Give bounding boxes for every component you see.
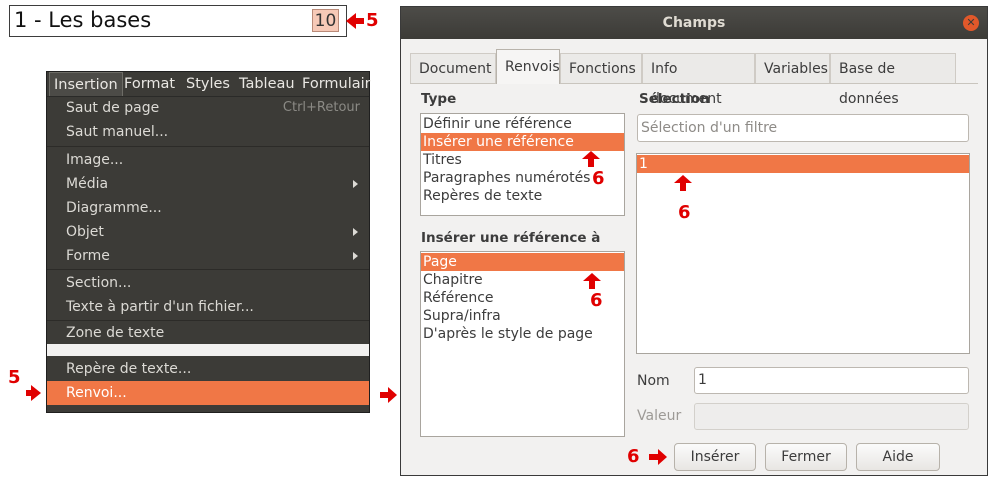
menu-item-forme[interactable]: Forme bbox=[47, 244, 369, 268]
tab-fonctions[interactable]: Fonctions bbox=[560, 53, 642, 83]
tab-variables[interactable]: Variables bbox=[755, 53, 830, 83]
menu-item-repere-de-texte[interactable]: Repère de texte... bbox=[47, 357, 369, 381]
tab-info-document[interactable]: Info document bbox=[642, 53, 755, 107]
submenu-arrow-icon bbox=[353, 228, 358, 236]
document-heading: 1 - Les bases 10 bbox=[9, 5, 347, 37]
menu-item-renvoi[interactable]: Renvoi... bbox=[47, 381, 369, 405]
arrow-up-icon bbox=[582, 272, 602, 290]
tab-document[interactable]: Document bbox=[410, 53, 496, 83]
close-icon[interactable]: ✕ bbox=[963, 15, 979, 31]
menu-bar: Insertion Format Styles Tableau Formulai… bbox=[47, 72, 371, 97]
arrow-right-icon bbox=[26, 383, 42, 403]
menu-separator bbox=[47, 269, 369, 270]
tab-bar: Document Renvois Fonctions Info document… bbox=[410, 49, 978, 107]
close-button[interactable]: Fermer bbox=[765, 443, 847, 471]
arrow-right-icon bbox=[380, 385, 398, 405]
menu-item-media[interactable]: Média bbox=[47, 172, 369, 196]
arrow-up-icon bbox=[673, 174, 693, 192]
filter-input[interactable]: Sélection d'un filtre bbox=[637, 114, 969, 142]
arrow-left-icon bbox=[345, 11, 365, 31]
list-item-selected[interactable]: Page bbox=[421, 253, 624, 271]
menu-item-objet[interactable]: Objet bbox=[47, 220, 369, 244]
menu-item-zone-de-texte[interactable]: Zone de texte bbox=[47, 321, 369, 345]
menubar-styles[interactable]: Styles bbox=[182, 72, 234, 96]
menu-item-label: Renvoi... bbox=[66, 385, 127, 401]
shortcut-label: Ctrl+Retour bbox=[282, 100, 360, 115]
list-item[interactable]: D'après le style de page bbox=[421, 325, 624, 343]
menu-item-label: Média bbox=[66, 176, 109, 192]
step-marker-6-selection: 6 bbox=[678, 202, 691, 223]
menu-item-label: Section... bbox=[66, 275, 132, 291]
list-item-selected[interactable]: 1 bbox=[637, 155, 969, 173]
dialog-titlebar: Champs ✕ bbox=[401, 7, 987, 39]
menubar-formulaire[interactable]: Formulair bbox=[298, 72, 375, 96]
menu-gap bbox=[47, 344, 369, 356]
menu-item-label: Saut manuel... bbox=[66, 124, 169, 140]
step-marker-5-top: 5 bbox=[366, 10, 379, 31]
list-item[interactable]: Définir une référence bbox=[421, 115, 624, 133]
fields-dialog: Champs ✕ Document Renvois Fonctions Info… bbox=[400, 6, 988, 476]
menu-item-saut-de-page[interactable]: Saut de page Ctrl+Retour bbox=[47, 96, 369, 120]
menu-item-texte-fichier[interactable]: Texte à partir d'un fichier... bbox=[47, 295, 369, 319]
value-label: Valeur bbox=[637, 408, 682, 424]
menu-item-label: Zone de texte bbox=[66, 325, 165, 341]
menubar-format[interactable]: Format bbox=[120, 72, 179, 96]
menu-item-section[interactable]: Section... bbox=[47, 271, 369, 295]
step-marker-6-ref: 6 bbox=[590, 290, 603, 311]
tab-renvois[interactable]: Renvois bbox=[496, 49, 560, 84]
menu-item-label: Texte à partir d'un fichier... bbox=[66, 299, 254, 315]
menu-item-label: Forme bbox=[66, 248, 110, 264]
value-input bbox=[694, 403, 969, 430]
insert-ref-label: Insérer une référence à bbox=[421, 230, 601, 246]
dialog-title: Champs bbox=[662, 15, 726, 31]
menubar-tableau[interactable]: Tableau bbox=[235, 72, 299, 96]
list-item[interactable]: Repères de texte bbox=[421, 187, 624, 205]
menu-separator bbox=[47, 146, 369, 147]
menu-item-label: Objet bbox=[66, 224, 104, 240]
arrow-up-icon bbox=[581, 150, 601, 168]
list-item-selected[interactable]: Insérer une référence bbox=[421, 133, 624, 151]
menu-item-label: Repère de texte... bbox=[66, 361, 192, 377]
menu-item-label: Image... bbox=[66, 152, 124, 168]
help-button[interactable]: Aide bbox=[856, 443, 940, 471]
selection-label: Sélection bbox=[639, 91, 710, 107]
menu-item-saut-manuel[interactable]: Saut manuel... bbox=[47, 120, 369, 144]
submenu-arrow-icon bbox=[353, 252, 358, 260]
page-number-field[interactable]: 10 bbox=[312, 9, 339, 32]
heading-text: 1 - Les bases bbox=[14, 8, 152, 32]
menubar-insertion[interactable]: Insertion bbox=[49, 72, 123, 96]
insertion-menu: Insertion Format Styles Tableau Formulai… bbox=[46, 71, 371, 413]
menu-item-label: Diagramme... bbox=[66, 200, 162, 216]
type-label: Type bbox=[421, 91, 457, 107]
menu-item-label: Saut de page bbox=[66, 100, 160, 116]
name-label: Nom bbox=[637, 373, 670, 389]
step-marker-5-menu: 5 bbox=[8, 367, 21, 388]
step-marker-6-type: 6 bbox=[592, 168, 605, 189]
arrow-right-icon bbox=[648, 447, 668, 467]
submenu-arrow-icon bbox=[353, 180, 358, 188]
menu-item-diagramme[interactable]: Diagramme... bbox=[47, 196, 369, 220]
name-input[interactable]: 1 bbox=[694, 367, 969, 394]
menu-item-image[interactable]: Image... bbox=[47, 148, 369, 172]
step-marker-6-insert: 6 bbox=[627, 446, 640, 467]
tab-base-de-donnees[interactable]: Base de données bbox=[830, 53, 956, 107]
insert-button[interactable]: Insérer bbox=[674, 443, 756, 471]
